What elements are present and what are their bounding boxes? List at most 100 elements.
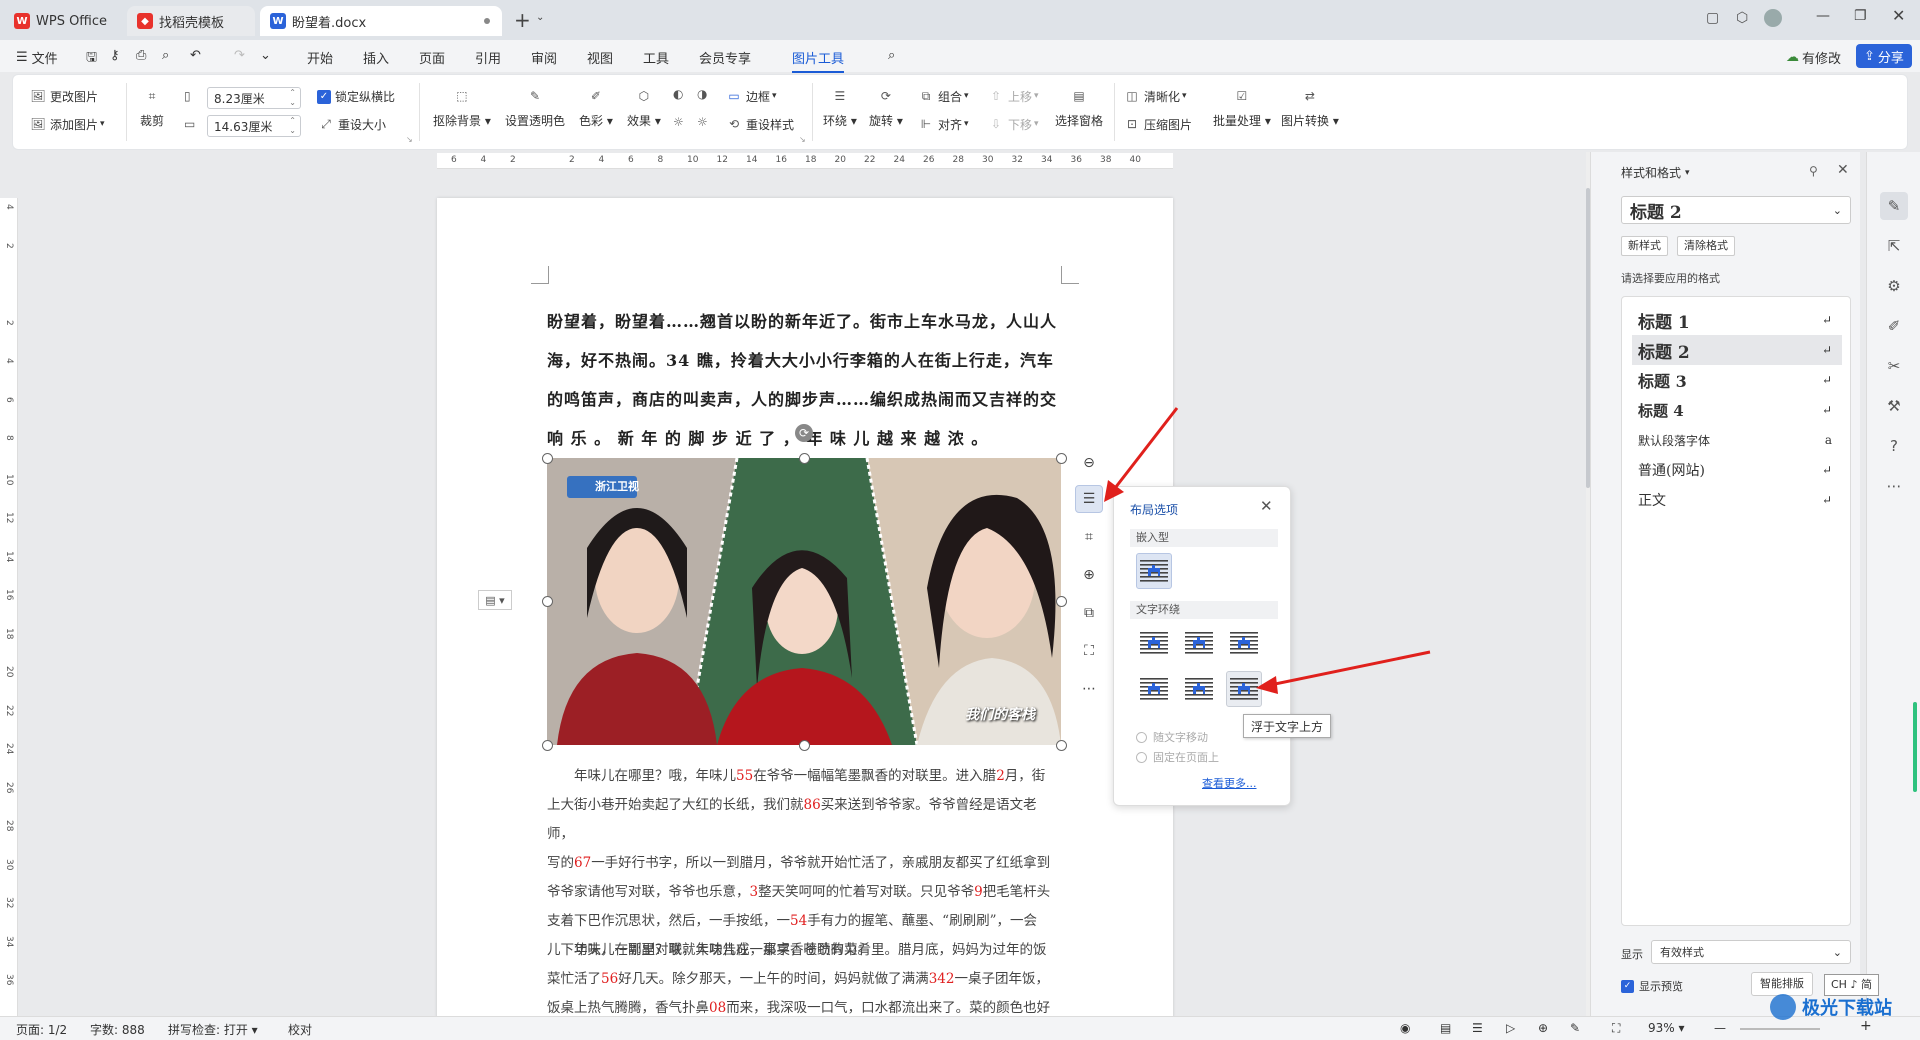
save-icon[interactable]: 🖫 (86, 48, 97, 70)
restore-icon[interactable]: ❐ (1854, 8, 1867, 24)
move-up-button[interactable]: ⇧ 上移 ▾ (987, 87, 1039, 105)
style-format-icon[interactable]: ✎ (1880, 192, 1908, 220)
web-view-icon[interactable]: ⊕ (1538, 1021, 1548, 1035)
ime-indicator[interactable]: CH ♪ 简 (1824, 974, 1879, 996)
page-view-icon[interactable]: ▤ (1440, 1021, 1451, 1035)
selection-pane-button[interactable]: ▤ 选择窗格 (1055, 83, 1103, 129)
close-panel-icon[interactable]: ✕ (1837, 162, 1849, 178)
outline-view-icon[interactable]: ☰ (1472, 1021, 1483, 1035)
resize-handle[interactable] (1056, 596, 1067, 607)
zoom-in-icon[interactable]: + (1860, 1018, 1872, 1034)
new-tab-plus-icon[interactable]: + (514, 8, 531, 32)
style-item-heading4[interactable]: 标题 4 ↵ (1632, 395, 1842, 425)
zoom-select[interactable]: 93% ▾ (1648, 1021, 1685, 1035)
see-more-link[interactable]: 查看更多... (1202, 775, 1257, 791)
pen-icon[interactable]: ✎ (1570, 1021, 1580, 1035)
rotate-handle-icon[interactable]: ⟳ (795, 424, 813, 442)
show-select[interactable]: 有效样式 ⌄ (1651, 940, 1851, 964)
set-transparent-button[interactable]: ✎ 设置透明色 (505, 83, 565, 129)
spell-check-toggle[interactable]: 拼写检查: 打开 ▾ (168, 1021, 258, 1038)
adjust-icon[interactable]: ⚙ (1880, 272, 1908, 300)
menu-picture-tools[interactable]: 图片工具 (792, 48, 845, 73)
paragraph-couplets[interactable]: 年味儿在哪里？哦，年味儿55在爷爷一幅幅笔墨飘香的对联里。进入腊2月，街 上大街小… (547, 762, 1061, 965)
more-icon[interactable]: ⋯ (1880, 472, 1908, 500)
rotate-button[interactable]: ⟳ 旋转 ▾ (869, 83, 903, 129)
minimize-icon[interactable]: — (1816, 8, 1830, 24)
wrap-button[interactable]: ☰ 环绕 ▾ (823, 83, 857, 129)
style-item-heading3[interactable]: 标题 3 ↵ (1632, 365, 1842, 395)
tab-daoke[interactable]: ◆ 找稻壳模板 (127, 6, 255, 36)
clear-format-button[interactable]: 清除格式 (1677, 236, 1735, 256)
style-item-body[interactable]: 正文 ↵ (1632, 485, 1842, 515)
change-picture-button[interactable]: 🖼 更改图片 (29, 87, 98, 105)
zoom-slider[interactable] (1740, 1028, 1820, 1030)
zoom-out-icon[interactable]: — (1714, 1021, 1726, 1035)
menu-start[interactable]: 开始 (307, 48, 333, 67)
remove-background-button[interactable]: ⬚ 抠除背景 ▾ (433, 83, 491, 129)
resize-handle[interactable] (542, 596, 553, 607)
width-input[interactable]: 8.23厘米 ⌃ ⌄ (207, 87, 301, 109)
group-button[interactable]: ⧉ 组合 ▾ (917, 87, 969, 105)
close-window-icon[interactable]: ✕ (1892, 6, 1905, 25)
height-input[interactable]: 14.63厘米 ⌃ ⌄ (207, 115, 301, 137)
resize-handle[interactable] (542, 740, 553, 751)
preview-checkbox[interactable]: ✓ 显示预览 (1621, 978, 1683, 994)
menu-member[interactable]: 会员专享 (699, 48, 751, 67)
menu-page[interactable]: 页面 (419, 48, 445, 67)
style-item-normal-web[interactable]: 普通(网站) ↵ (1632, 455, 1842, 485)
new-style-button[interactable]: 新样式 (1621, 236, 1668, 256)
dialog-launcher-icon[interactable]: ↘ (799, 135, 806, 144)
select-icon[interactable]: ⇱ (1880, 232, 1908, 260)
undo-icon[interactable]: ↶ (190, 48, 201, 63)
resize-handle[interactable] (799, 740, 810, 751)
tools-icon[interactable]: ✂ (1880, 352, 1908, 380)
selected-picture[interactable]: 浙江卫视 我们的客栈 (547, 458, 1061, 745)
border-button[interactable]: ▭ 边框 ▾ (725, 87, 776, 105)
vertical-ruler[interactable]: 4 2 2 4 6 8 10 12 14 16 18 20 22 24 26 28 30 32 34 36 (0, 198, 18, 1018)
avatar[interactable] (1764, 9, 1782, 27)
layout-icon[interactable]: ▢ (1706, 10, 1719, 26)
color-button[interactable]: ✐ 色彩 ▾ (579, 83, 613, 129)
current-style-select[interactable]: 标题 2 ⌄ (1621, 196, 1851, 224)
move-with-text-radio[interactable]: 随文字移动 (1136, 729, 1208, 745)
word-count[interactable]: 字数: 888 (90, 1021, 145, 1038)
fit-page-icon[interactable]: ⛶ (1612, 1021, 1620, 1036)
resize-handle[interactable] (542, 453, 553, 464)
style-item-default-font[interactable]: 默认段落字体 a (1632, 425, 1842, 455)
cube-icon[interactable]: ⬡ (1736, 10, 1748, 26)
fix-on-page-radio[interactable]: 固定在页面上 (1136, 749, 1219, 765)
print-preview-icon[interactable]: ⌕ (162, 48, 169, 63)
edit-icon[interactable]: ✐ (1880, 312, 1908, 340)
reset-style-button[interactable]: ⟲ 重设样式 (725, 115, 794, 133)
anchor-icon[interactable]: ▤ ▾ (478, 590, 512, 610)
lock-ratio-checkbox[interactable]: ✓ 锁定纵横比 (317, 88, 395, 105)
menu-insert[interactable]: 插入 (363, 48, 389, 67)
tab-list-chevron-icon[interactable]: ⌄ (536, 12, 544, 23)
contrast-up-icon[interactable]: ◐ (673, 87, 683, 101)
convert-button[interactable]: ⇄ 图片转换 ▾ (1281, 83, 1339, 129)
smart-layout-button[interactable]: 智能排版 (1751, 972, 1813, 996)
more-quick-icon[interactable]: ⌄ (260, 48, 271, 63)
resize-handle[interactable] (1056, 453, 1067, 464)
proofread-button[interactable]: 校对 (288, 1021, 312, 1038)
batch-button[interactable]: ☑ 批量处理 ▾ (1213, 83, 1271, 129)
page-indicator[interactable]: 页面: 1/2 (16, 1021, 67, 1038)
menu-reference[interactable]: 引用 (475, 48, 501, 67)
style-item-heading1[interactable]: 标题 1 ↵ (1632, 305, 1842, 335)
add-picture-button[interactable]: 🖼 添加图片 ▾ (29, 115, 104, 133)
search-icon[interactable]: ⌕ (888, 48, 895, 63)
paragraph-dishes[interactable]: 年味儿在哪里？哦，年味儿在一桌桌香喷喷的菜肴里。腊月底，妈妈为过年的饭 菜忙活了5… (547, 936, 1061, 1023)
horizontal-ruler[interactable]: 6 4 2 2 4 6 8 10 12 14 16 18 20 22 24 26 28 30 32 34 36 38 40 (437, 153, 1173, 169)
menu-view[interactable]: 视图 (587, 48, 613, 67)
brightness-up-icon[interactable]: ☼ (673, 115, 684, 129)
redo-icon[interactable]: ↷ (234, 48, 245, 63)
tab-document[interactable]: W 盼望着.docx (260, 6, 502, 36)
menu-review[interactable]: 审阅 (531, 48, 557, 67)
crop-button[interactable]: ⌗ 裁剪 (139, 83, 165, 129)
reset-size-button[interactable]: ⤢ 重设大小 (317, 115, 386, 133)
print-icon[interactable]: ⎙ (136, 48, 146, 63)
dialog-launcher-icon[interactable]: ↘ (406, 135, 413, 144)
compress-button[interactable]: ⊡ 压缩图片 (1123, 115, 1192, 133)
key-icon[interactable]: ⚷ (110, 48, 120, 63)
modified-indicator[interactable]: ☁ 有修改 (1786, 48, 1841, 67)
